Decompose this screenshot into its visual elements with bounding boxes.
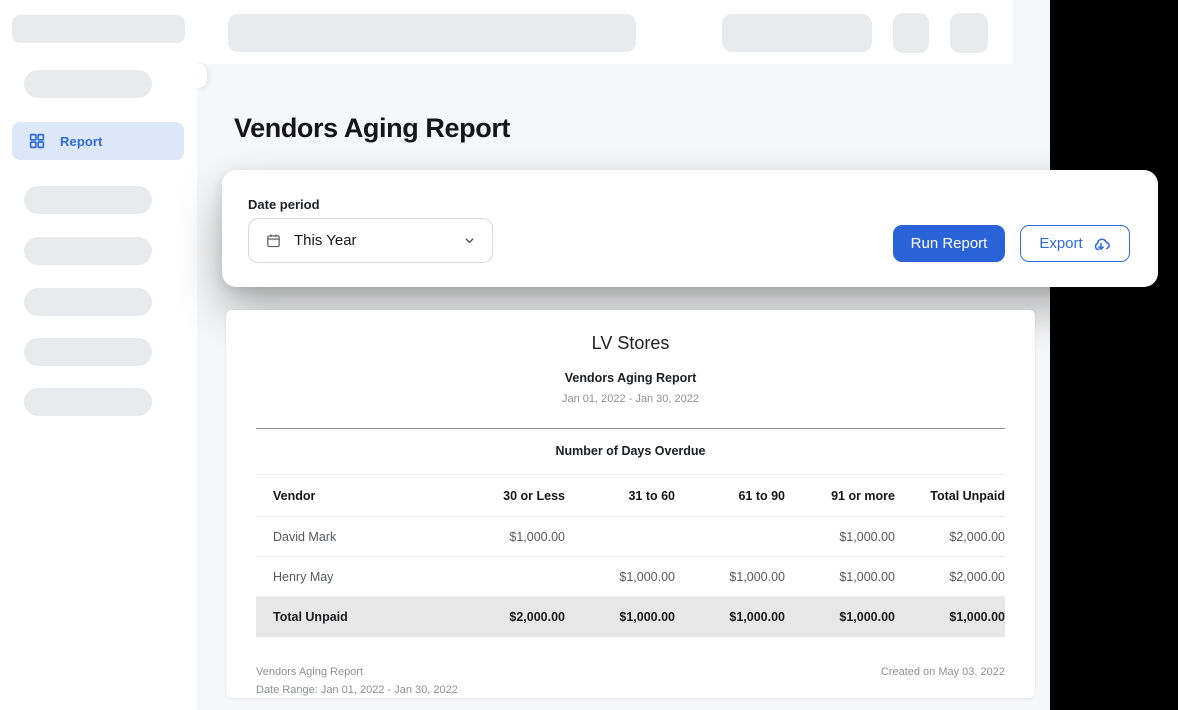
cell-value: $1,000.00 [839,529,895,544]
column-header-total-unpaid: Total Unpaid [930,488,1005,503]
screenshot-canvas: Report Vendors Aging Report Date period [0,0,1178,710]
cell-value: $1,000.00 [729,569,785,584]
cell-value: $1,000.00 [509,529,565,544]
grid-icon [28,132,46,150]
report-card: LV Stores Vendors Aging Report Jan 01, 2… [226,310,1035,698]
page-title: Vendors Aging Report [234,113,511,143]
table-group-header: Number of Days Overdue [555,444,706,458]
vendor-name: David Mark [273,529,337,544]
sidebar: Report [0,0,197,710]
column-header-30-or-less: 30 or Less [503,488,565,503]
footer-date-range: Date Range: Jan 01, 2022 - Jan 30, 2022 [256,684,458,696]
table-header-row: Vendor 30 or Less 31 to 60 61 to 90 91 o… [256,475,1005,517]
report-divider [256,428,1005,429]
icon-button-placeholder[interactable] [893,13,929,53]
table-total-row: Total Unpaid $2,000.00 $1,000.00 $1,000.… [256,597,1005,637]
sidebar-collapse-handle[interactable] [197,62,208,89]
cell-value: $1,000.00 [619,569,675,584]
date-period-value: This Year [294,232,357,249]
cell-value: $2,000.00 [949,569,1005,584]
nav-item-placeholder[interactable] [24,338,152,366]
nav-item-placeholder[interactable] [24,288,152,316]
table-row: David Mark $1,000.00 $1,000.00 $2,000.00 [256,517,1005,557]
footer-report-name: Vendors Aging Report [256,666,364,678]
column-header-vendor: Vendor [273,488,316,503]
sidebar-item-report[interactable]: Report [12,122,184,160]
icon-button-placeholder[interactable] [950,13,988,53]
logo-placeholder [12,15,185,43]
calendar-icon [265,232,282,249]
report-footer: Vendors Aging Report Date Range: Jan 01,… [256,663,1005,699]
cloud-download-icon [1091,234,1111,254]
total-cell-value: $1,000.00 [729,610,785,624]
report-title: Vendors Aging Report [564,371,697,385]
run-report-button[interactable]: Run Report [893,225,1005,262]
column-header-61-to-90: 61 to 90 [738,488,785,503]
column-header-91-or-more: 91 or more [831,488,895,503]
column-header-31-to-60: 31 to 60 [628,488,675,503]
sidebar-item-label: Report [60,133,103,149]
chevron-down-icon [463,234,476,247]
footer-created-on: Created on May 03, 2022 [880,666,1005,678]
nav-item-placeholder[interactable] [24,186,152,214]
search-bar-placeholder[interactable] [228,14,636,52]
date-period-label: Date period [248,197,320,212]
cell-value: $1,000.00 [839,569,895,584]
total-cell-value: $1,000.00 [839,610,895,624]
report-company-name: LV Stores [591,333,670,353]
date-period-select[interactable]: This Year [248,218,493,263]
nav-item-placeholder[interactable] [24,70,152,98]
export-label: Export [1039,235,1083,252]
run-report-label: Run Report [910,235,988,252]
report-date-range: Jan 01, 2022 - Jan 30, 2022 [562,393,699,405]
total-cell-value: $1,000.00 [619,610,675,624]
export-button[interactable]: Export [1020,225,1130,262]
cell-value: $2,000.00 [949,529,1005,544]
vendor-name: Henry May [273,569,334,584]
nav-item-placeholder[interactable] [24,388,152,416]
filter-card: Date period This Year Run Report Export [222,170,1158,287]
total-row-label: Total Unpaid [273,610,348,624]
table-row: Henry May $1,000.00 $1,000.00 $1,000.00 … [256,557,1005,597]
total-cell-value: $2,000.00 [509,610,565,624]
total-cell-value: $1,000.00 [949,610,1005,624]
nav-item-placeholder[interactable] [24,237,152,265]
user-menu-placeholder[interactable] [722,14,872,52]
